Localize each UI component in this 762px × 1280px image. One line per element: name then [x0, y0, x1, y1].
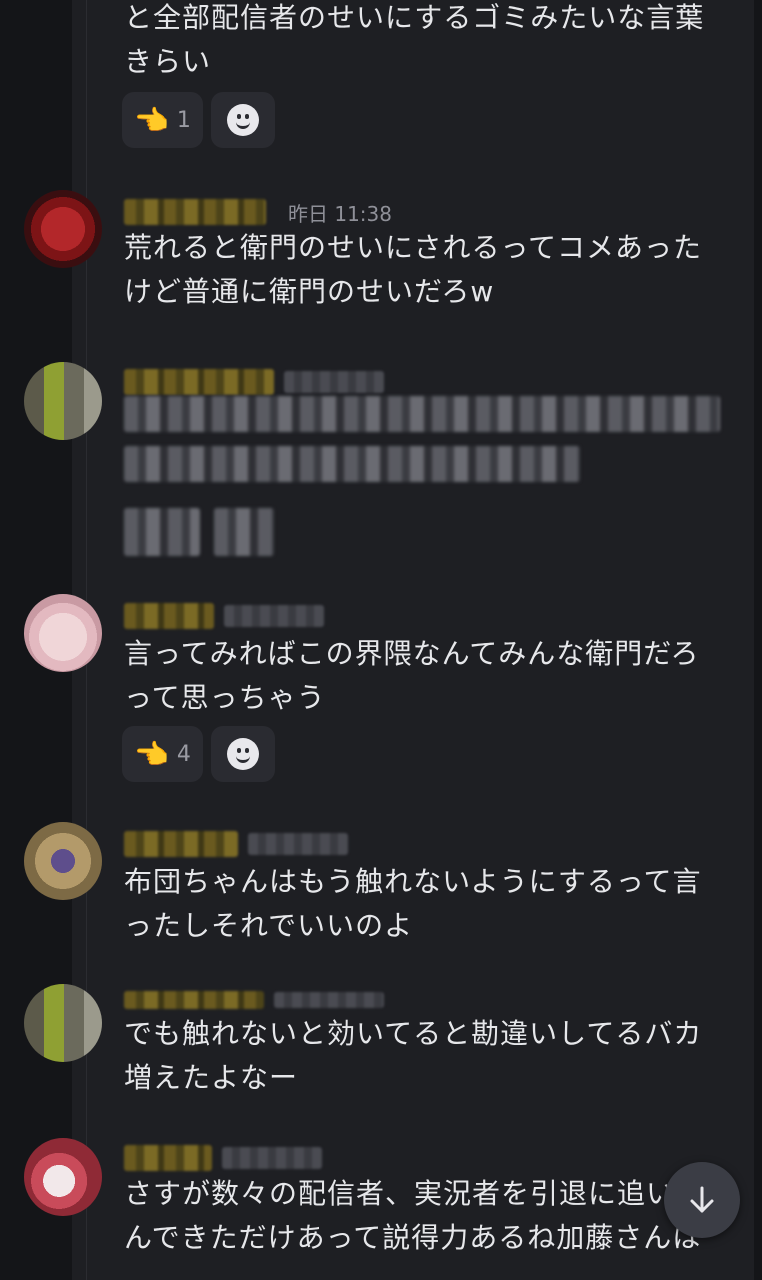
add-reaction-blurred	[214, 508, 274, 556]
reaction-bar: 👈 1	[122, 92, 275, 148]
message-text: でも触れないと効いてると勘違いしてるバカ 増えたよなー	[124, 1017, 703, 1094]
timestamp-blurred	[274, 992, 384, 1008]
timestamp-blurred	[222, 1147, 322, 1169]
message-text-blurred	[124, 446, 580, 482]
reaction-count: 4	[176, 741, 191, 767]
message-header	[124, 600, 324, 632]
username-blurred[interactable]	[124, 369, 274, 395]
avatar[interactable]	[24, 594, 102, 672]
avatar[interactable]	[24, 362, 102, 440]
message-text: 荒れると衛門のせいにされるってコメあった けど普通に衛門のせいだろw	[124, 231, 703, 308]
avatar[interactable]	[24, 822, 102, 900]
message-text: と全部配信者のせいにするゴミみたいな言葉 きらい	[124, 1, 705, 78]
timestamp-blurred	[284, 371, 384, 393]
message-header	[124, 828, 348, 860]
timestamp-blurred	[224, 605, 324, 627]
message-text: 布団ちゃんはもう触れないようにするって言 ったしそれでいいのよ	[124, 865, 702, 942]
timestamp-blurred	[248, 833, 348, 855]
reaction-chip[interactable]: 👈 1	[122, 92, 203, 148]
message-header	[124, 366, 384, 398]
chat-feed[interactable]: と全部配信者のせいにするゴミみたいな言葉 きらい 👈 1 昨日 11:38 荒れ…	[0, 0, 762, 1280]
message-text-blurred	[124, 396, 720, 432]
reaction-chip-blurred	[124, 508, 200, 556]
avatar[interactable]	[24, 190, 102, 268]
reaction-count: 1	[176, 107, 191, 133]
reaction-bar: 👈 4	[122, 726, 275, 782]
pointing-hand-emoji: 👈	[134, 103, 169, 137]
pointing-hand-emoji: 👈	[134, 737, 169, 771]
scroll-to-bottom-button[interactable]	[664, 1162, 740, 1238]
avatar[interactable]	[24, 1138, 102, 1216]
username-blurred[interactable]	[124, 603, 214, 629]
add-reaction-button[interactable]	[210, 726, 275, 782]
message-header: 昨日 11:38	[124, 196, 392, 228]
username-blurred[interactable]	[124, 199, 266, 225]
username-blurred[interactable]	[124, 831, 238, 857]
username-blurred[interactable]	[124, 991, 264, 1009]
arrow-down-icon	[690, 1186, 714, 1213]
reaction-chip[interactable]: 👈 4	[122, 726, 203, 782]
message-text: 言ってみればこの界隈なんてみんな衛門だろ って思っちゃう	[124, 637, 700, 714]
avatar[interactable]	[24, 984, 102, 1062]
smiley-add-reaction-icon	[226, 738, 259, 770]
message-header	[124, 1142, 322, 1174]
timestamp: 昨日 11:38	[288, 201, 392, 226]
right-edge	[754, 0, 762, 1280]
message-text: さすが数々の配信者、実況者を引退に追い込 んできただけあって説得力あるね加藤さん…	[124, 1177, 705, 1254]
username-blurred[interactable]	[124, 1145, 212, 1171]
smiley-add-reaction-icon	[226, 104, 259, 136]
add-reaction-button[interactable]	[210, 92, 275, 148]
